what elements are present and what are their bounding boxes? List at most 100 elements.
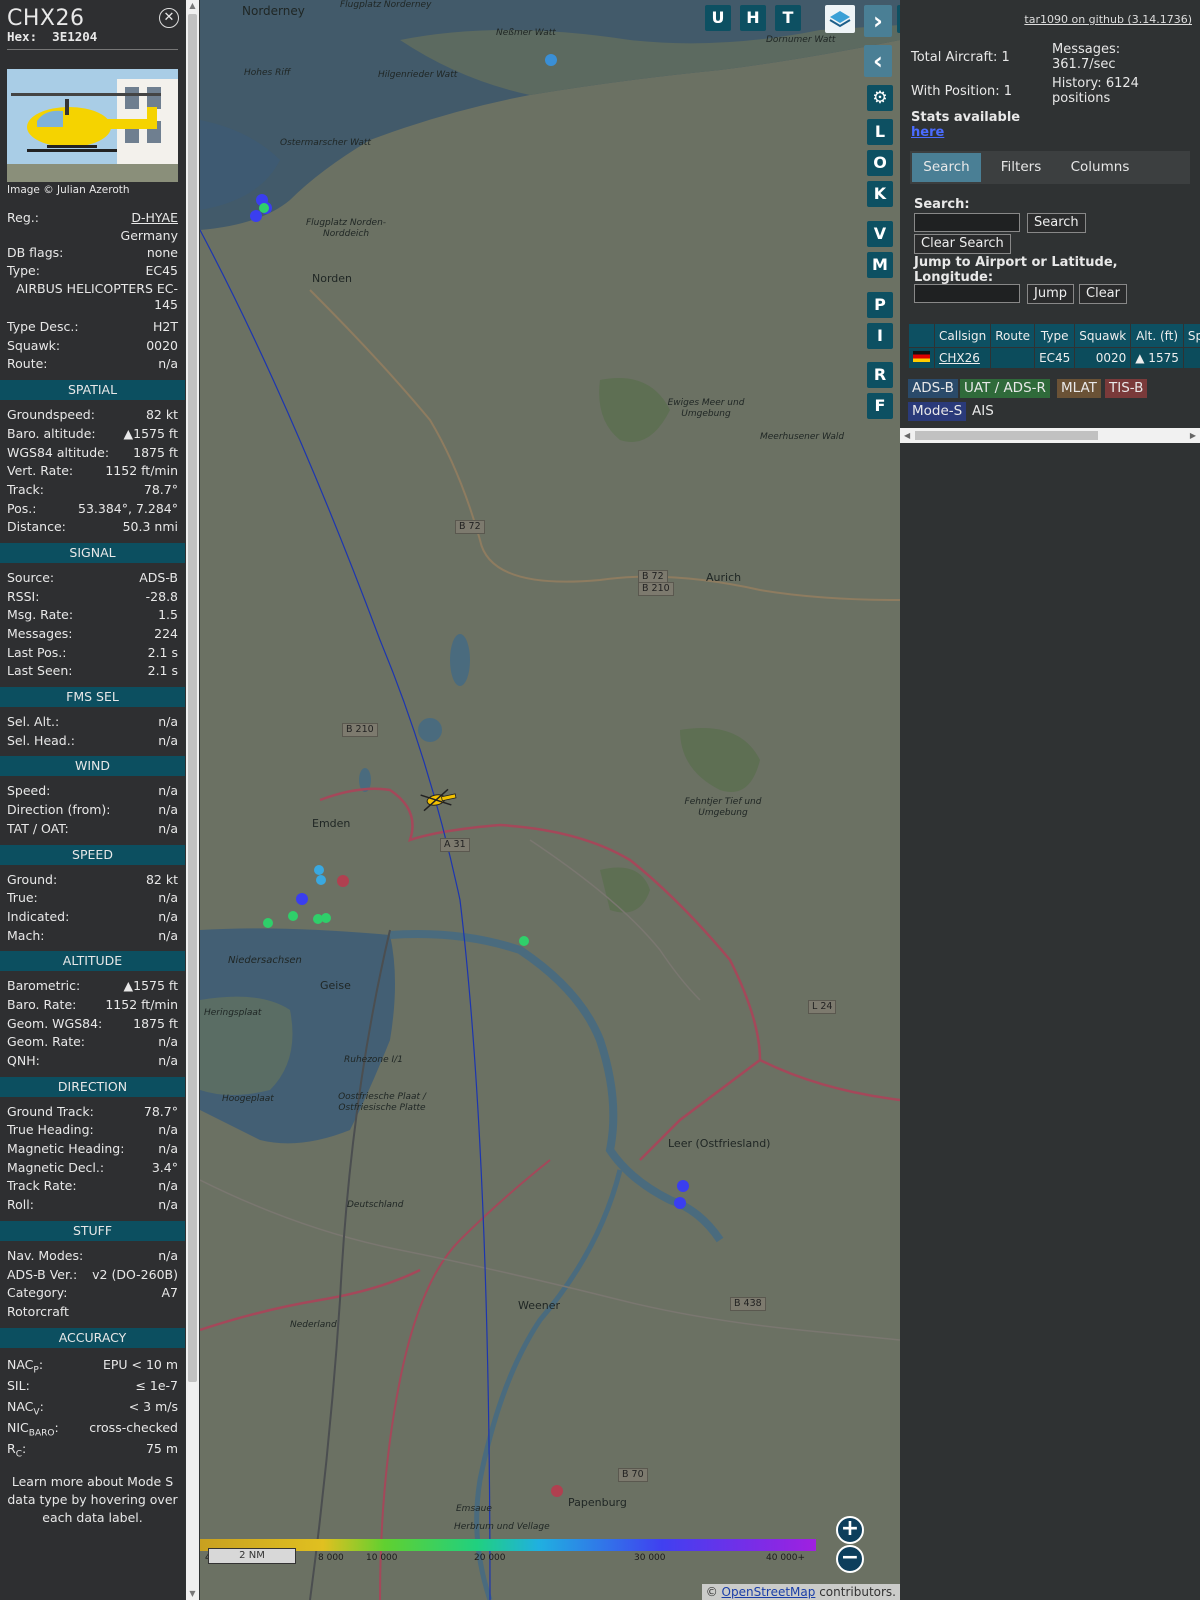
history-unit: positions <box>1052 91 1111 106</box>
collapse-left-icon[interactable]: ‹ <box>864 45 892 77</box>
zoom-in-icon[interactable]: + <box>836 1516 864 1544</box>
map-button-v[interactable]: V <box>867 221 893 247</box>
legend-ais[interactable]: AIS <box>968 402 998 421</box>
info-value: n/a <box>158 732 178 748</box>
squawk-row: Squawk: 0020 <box>7 337 178 353</box>
legend-modes[interactable]: Mode-S <box>908 402 967 421</box>
map-place-label: Norden <box>312 272 353 285</box>
osm-link[interactable]: OpenStreetMap <box>722 1585 816 1599</box>
registration-link[interactable]: D-HYAE <box>131 210 178 225</box>
column-header-speed[interactable]: Spd <box>1182 323 1200 348</box>
info-value: 1.5 <box>158 607 178 623</box>
search-input[interactable] <box>914 213 1020 232</box>
info-label: Last Seen: <box>7 663 73 679</box>
column-header-route[interactable]: Route <box>990 323 1036 348</box>
map-button-k[interactable]: K <box>867 181 893 207</box>
stats-link[interactable]: here <box>911 125 944 140</box>
map-place-label: Meerhusener Wald <box>760 432 845 442</box>
clear-search-button[interactable]: Clear Search <box>914 234 1011 254</box>
scroll-down-icon[interactable]: ▼ <box>186 1588 199 1600</box>
messages-label: Messages: <box>1052 42 1121 57</box>
map-button-u[interactable]: U <box>705 5 731 31</box>
cell-type: EC45 <box>1034 347 1076 369</box>
info-row: Rotorcraft <box>0 1303 185 1322</box>
map-canvas[interactable] <box>200 0 900 1600</box>
map-button-t[interactable]: T <box>775 5 801 31</box>
map-place-label: Fehntjer Tief und Umgebung <box>684 797 762 818</box>
legend-tisb[interactable]: TIS-B <box>1105 379 1148 398</box>
info-value: -28.8 <box>145 588 178 604</box>
horizontal-scroll-thumb[interactable] <box>915 431 1098 440</box>
zoom-out-icon[interactable]: − <box>836 1545 864 1573</box>
map-place-label: Deutschland <box>347 1200 404 1210</box>
aircraft-photo[interactable] <box>7 69 178 182</box>
info-value: n/a <box>158 802 178 818</box>
legend-adsb[interactable]: ADS-B <box>908 379 958 398</box>
info-label: Direction (from): <box>7 802 111 818</box>
close-icon[interactable]: ✕ <box>159 8 179 28</box>
info-value: 82 kt <box>145 871 178 887</box>
info-value: n/a <box>158 890 178 906</box>
column-header-type[interactable]: Type <box>1034 323 1076 348</box>
hex-code: Hex: 3E1204 <box>7 29 98 44</box>
section-header-fms-sel: FMS SEL <box>0 687 185 708</box>
altitude-tick-label: 40 000+ <box>766 1553 806 1563</box>
legend-uat[interactable]: UAT / ADS-R <box>960 379 1050 398</box>
map-button-o[interactable]: O <box>867 150 893 176</box>
tab-filters[interactable]: Filters <box>986 153 1056 182</box>
info-label: Source: <box>7 569 55 585</box>
scroll-up-icon[interactable]: ▲ <box>186 0 199 12</box>
map[interactable]: Norderney Norden Emden Aurich Leer (Ostfries… <box>200 0 900 1600</box>
search-button[interactable]: Search <box>1027 213 1086 233</box>
jump-button[interactable]: Jump <box>1027 284 1074 304</box>
info-value: ▲1575 ft <box>123 978 178 994</box>
expand-right-icon[interactable]: › <box>864 5 892 37</box>
github-link[interactable]: tar1090 on github (3.14.1736) <box>1024 13 1192 26</box>
map-button-r[interactable]: R <box>867 362 893 388</box>
map-button-m[interactable]: M <box>867 252 893 278</box>
info-label: Geom. WGS84: <box>7 1015 103 1031</box>
layers-icon[interactable] <box>825 5 855 33</box>
scrollbar-thumb[interactable] <box>188 14 197 1382</box>
info-label: QNH: <box>7 1053 40 1068</box>
map-button-l[interactable]: L <box>867 119 893 145</box>
legend-mlat[interactable]: MLAT <box>1057 379 1101 398</box>
sidebar-scrollbar[interactable]: ▲ ▼ <box>186 0 199 1600</box>
settings-gear-icon[interactable]: ⚙ <box>867 85 893 111</box>
scroll-right-icon[interactable]: ▶ <box>1190 428 1196 443</box>
map-button-h[interactable]: H <box>740 5 766 31</box>
info-value: n/a <box>158 1178 178 1194</box>
map-button-i[interactable]: I <box>867 323 893 349</box>
info-value: n/a <box>158 927 178 943</box>
map-button-f[interactable]: F <box>867 393 893 419</box>
info-label: Last Pos.: <box>7 644 67 660</box>
info-value: n/a <box>158 1247 178 1263</box>
info-row: Barometric: ▲1575 ft <box>0 977 185 996</box>
jump-label: Jump to Airport or Latitude, Longitude: <box>914 255 1118 285</box>
scroll-left-icon[interactable]: ◀ <box>904 428 910 443</box>
info-value: n/a <box>158 783 178 799</box>
table-horizontal-scrollbar[interactable]: ◀ ▶ <box>900 428 1200 443</box>
cell-callsign[interactable]: CHX26 <box>933 347 992 369</box>
column-header-callsign[interactable]: Callsign <box>933 323 992 348</box>
altitude-tick-label: 30 000 <box>634 1553 666 1563</box>
tab-columns[interactable]: Columns <box>1060 153 1140 182</box>
info-row: True Heading: n/a <box>0 1121 185 1140</box>
section-header-stuff: STUFF <box>0 1220 185 1241</box>
column-header-squawk[interactable]: Squawk <box>1074 323 1132 348</box>
map-button-p[interactable]: P <box>867 292 893 318</box>
info-row: Roll: n/a <box>0 1196 185 1215</box>
jump-input[interactable] <box>914 284 1020 303</box>
info-row: Source: ADS-B <box>0 569 185 588</box>
clear-button[interactable]: Clear <box>1079 284 1127 304</box>
column-header-altitude[interactable]: Alt. (ft) <box>1130 323 1184 348</box>
info-label: Groundspeed: <box>7 407 95 423</box>
info-value: 1152 ft/min <box>105 996 178 1012</box>
table-row[interactable]: CHX26 EC45 0020 ▲ 1575 <box>908 347 1200 369</box>
info-label: Messages: <box>7 626 73 641</box>
map-place-label: Weener <box>518 1299 561 1312</box>
tab-search[interactable]: Search <box>912 153 981 182</box>
typedesc-row: Type Desc.: H2T <box>7 319 178 335</box>
info-label: ADS-B Ver.: <box>7 1266 78 1282</box>
road-label: B 72 <box>455 520 485 534</box>
